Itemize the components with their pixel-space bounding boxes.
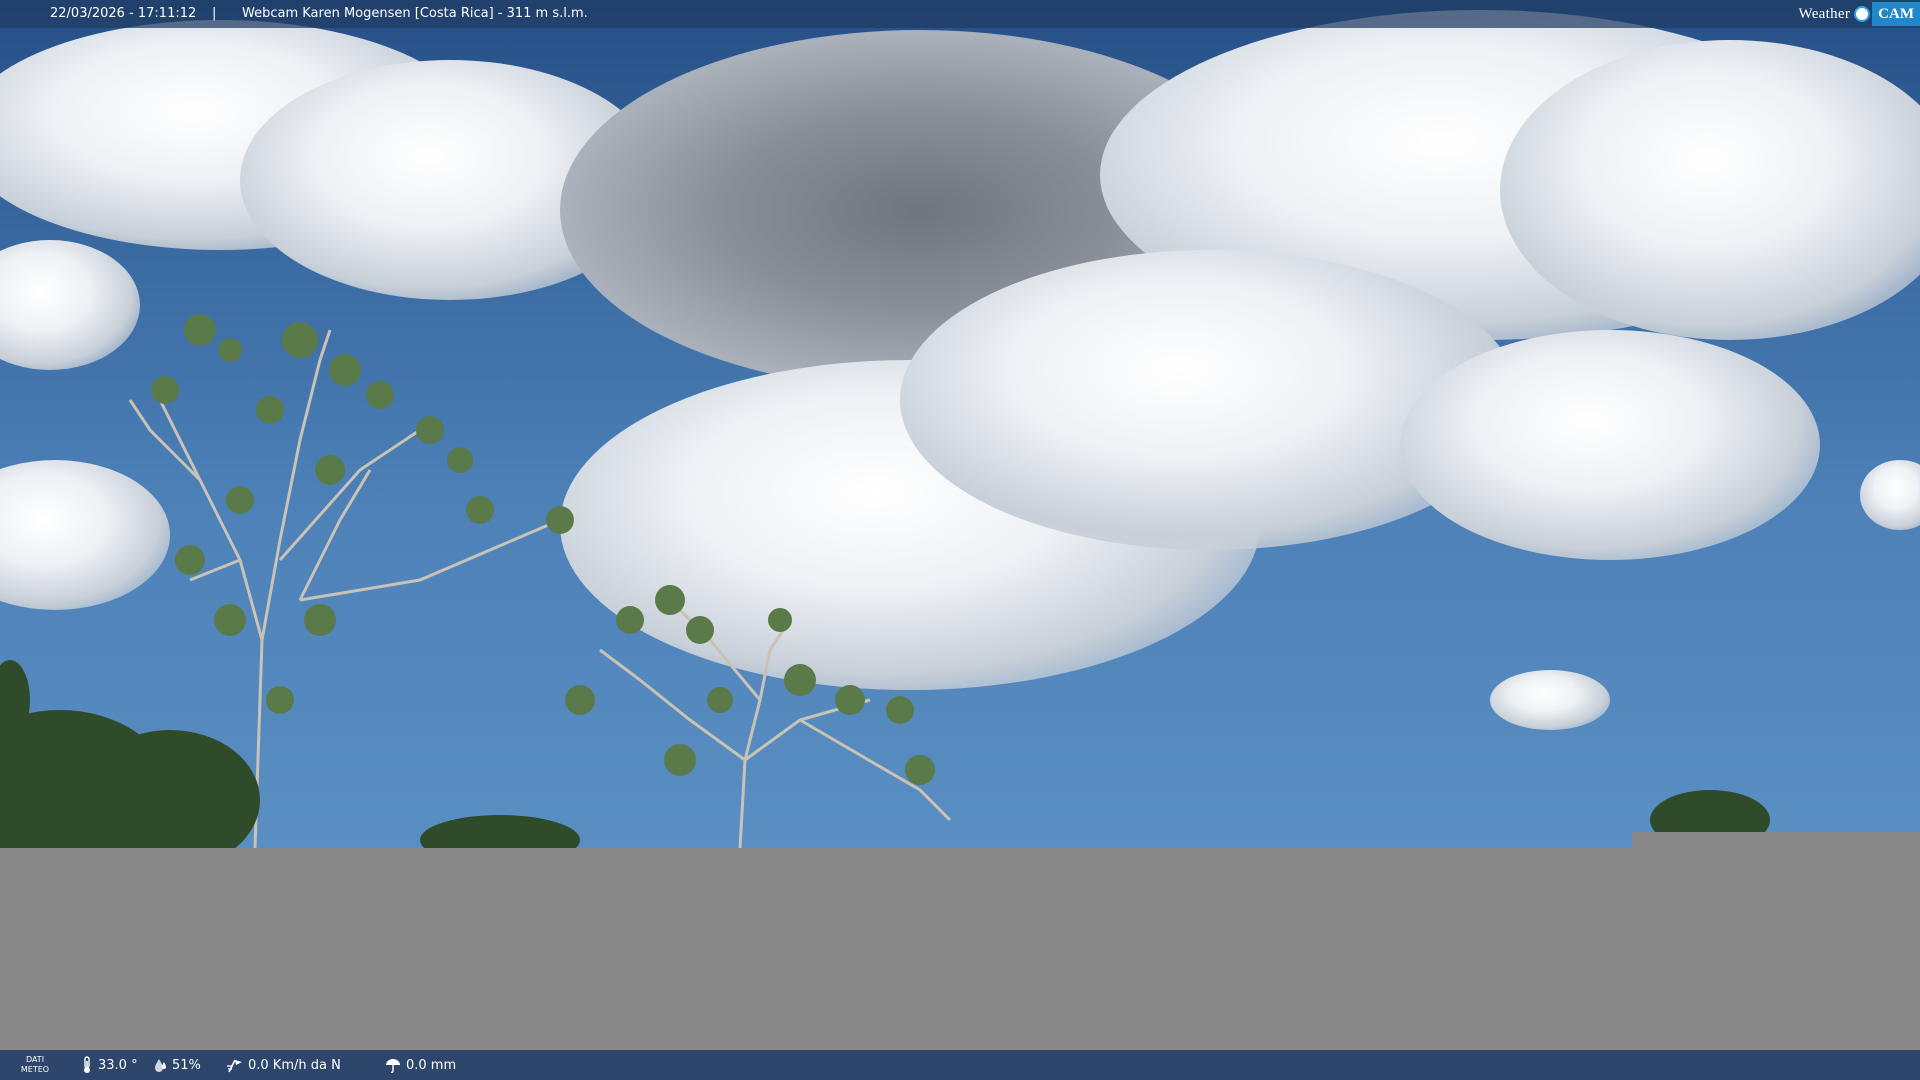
privacy-mask bbox=[0, 848, 1920, 1050]
weathercam-logo[interactable]: Weather CAM bbox=[1798, 0, 1920, 28]
logo-weather-text: Weather bbox=[1798, 6, 1851, 22]
logo-dot-icon bbox=[1854, 6, 1871, 22]
top-info-bar: 22/03/2026 - 17:11:12 | Webcam Karen Mog… bbox=[0, 0, 1920, 28]
wind-readout: 0.0 Km/h da N bbox=[226, 1050, 341, 1080]
logo-cam-text: CAM bbox=[1872, 2, 1920, 26]
humidity-value: 51% bbox=[172, 1057, 201, 1073]
rain-value: 0.0 mm bbox=[406, 1057, 457, 1073]
dati-meteo-label: DATI METEO bbox=[18, 1050, 52, 1080]
trees bbox=[0, 314, 1770, 848]
privacy-mask-edge bbox=[1632, 832, 1920, 852]
webcam-image bbox=[0, 0, 1920, 848]
wind-icon bbox=[227, 1059, 242, 1073]
wind-value: 0.0 Km/h da N bbox=[248, 1057, 341, 1073]
rain-icon bbox=[386, 1059, 400, 1074]
meteo-label: METEO bbox=[20, 1065, 50, 1074]
temperature-readout: 33.0 ° bbox=[80, 1050, 138, 1080]
webcam-title: Webcam Karen Mogensen [Costa Rica] - 311… bbox=[242, 6, 588, 21]
timestamp: 22/03/2026 - 17:11:12 bbox=[50, 6, 197, 21]
humidity-icon bbox=[155, 1059, 166, 1072]
thermometer-icon bbox=[84, 1056, 90, 1073]
weather-data-bar: DATI METEO 33.0 ° 51% 0.0 Km/h da N 0.0 … bbox=[0, 1050, 1920, 1080]
separator: | bbox=[212, 6, 217, 21]
temperature-value: 33.0 ° bbox=[98, 1057, 138, 1073]
dati-label: DATI bbox=[25, 1055, 45, 1064]
rain-readout: 0.0 mm bbox=[384, 1050, 456, 1080]
humidity-readout: 51% bbox=[154, 1050, 201, 1080]
